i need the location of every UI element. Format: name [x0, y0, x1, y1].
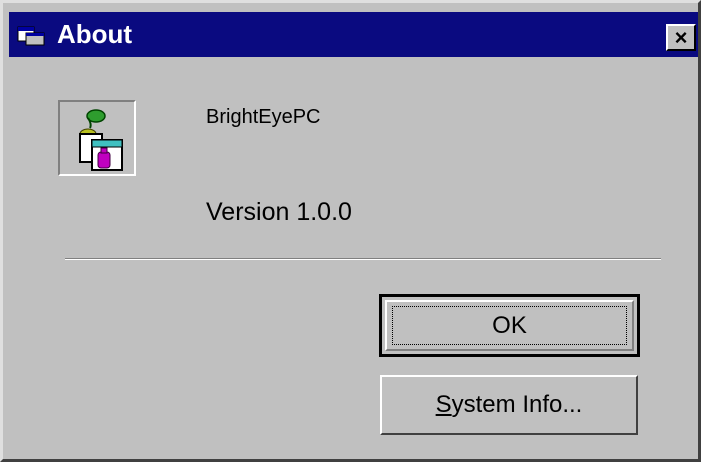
ok-button[interactable]: OK	[379, 294, 640, 357]
app-icon-frame	[58, 100, 136, 176]
version-label: Version 1.0.0	[206, 198, 352, 226]
divider	[65, 258, 661, 260]
mnemonic-s: S	[435, 391, 452, 418]
window-icon	[17, 24, 47, 46]
app-logo-icon	[79, 109, 123, 171]
about-dialog: About × BrightEyePC Version 1.0.0 OK Sys…	[0, 0, 701, 462]
system-info-button-label: System Info...	[436, 391, 583, 419]
close-button[interactable]: ×	[666, 24, 696, 51]
ok-button-label: OK	[492, 311, 527, 339]
window-title: About	[57, 19, 133, 49]
close-icon: ×	[674, 24, 688, 50]
title-bar[interactable]: About ×	[9, 12, 698, 57]
system-info-button[interactable]: System Info...	[380, 375, 638, 435]
system-info-label-rest: ystem Info...	[451, 391, 583, 418]
product-name: BrightEyePC	[206, 106, 321, 128]
